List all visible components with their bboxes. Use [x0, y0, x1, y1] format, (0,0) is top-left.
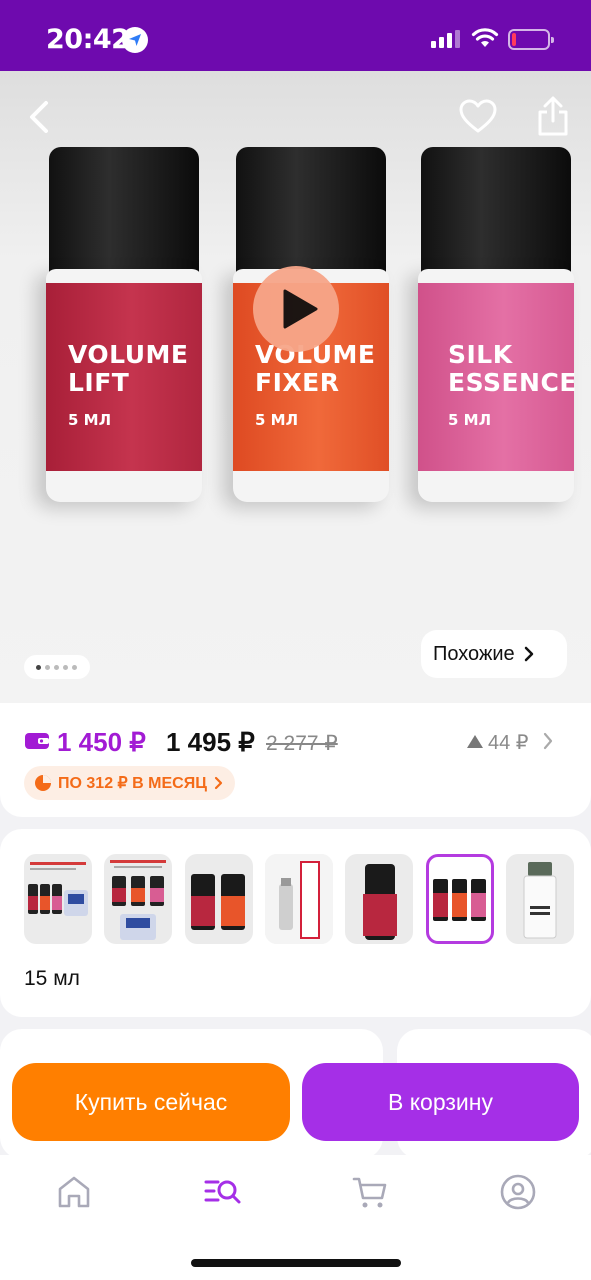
bottle-label: SILK ESSENCE 5 МЛ	[418, 283, 577, 471]
battery-icon	[508, 29, 554, 50]
gallery-pagination	[24, 655, 90, 679]
bottom-tab-bar	[0, 1155, 591, 1280]
selected-variant-name: 15 мл	[24, 967, 80, 990]
current-price: 1 495 ₽	[166, 727, 255, 757]
product-bottle-volume-lift: VOLUME LIFT 5 МЛ	[46, 147, 202, 502]
product-bottle-silk-essence: SILK ESSENCE 5 МЛ	[418, 147, 577, 502]
wallet-price: 1 450 ₽	[57, 727, 146, 757]
bottle-body: VOLUME LIFT 5 МЛ	[46, 269, 202, 502]
similar-products-label: Похожие	[433, 642, 515, 665]
gallery-dot	[54, 665, 59, 670]
bottle-label-volume: 5 МЛ	[255, 411, 299, 429]
share-icon[interactable]	[535, 95, 571, 137]
play-icon	[283, 289, 318, 329]
variant-thumb-three-bottles[interactable]	[426, 854, 494, 944]
triangle-up-icon	[467, 735, 483, 748]
price-change-value[interactable]: 44 ₽	[488, 730, 529, 755]
variant-thumb-promo-set[interactable]	[24, 854, 92, 944]
variant-selector: 15 мл	[0, 829, 591, 1017]
cart-icon[interactable]	[350, 1172, 390, 1212]
variant-thumb-promo-set-2[interactable]	[104, 854, 172, 944]
bottle-cap	[49, 147, 199, 275]
gallery-dot	[63, 665, 68, 670]
bottle-label-title: VOLUME LIFT	[68, 340, 189, 397]
pie-chart-icon	[35, 775, 51, 791]
variant-thumb-volume-lift-fixer[interactable]	[185, 854, 253, 944]
wifi-icon	[471, 28, 499, 47]
location-arrow-icon	[122, 27, 148, 53]
chevron-right-icon	[214, 776, 223, 790]
bottle-body: SILK ESSENCE 5 МЛ	[418, 269, 577, 502]
wallet-icon	[25, 733, 49, 749]
gallery-dot	[45, 665, 50, 670]
cellular-signal-icon	[431, 30, 460, 48]
variant-thumb-eyelash-cleanser[interactable]	[506, 854, 574, 944]
old-price: 2 277 ₽	[266, 732, 338, 755]
home-indicator	[191, 1259, 401, 1267]
bottle-cap	[236, 147, 386, 275]
gallery-dot	[72, 665, 77, 670]
battery-level	[512, 33, 516, 46]
status-time: 20:42	[46, 24, 130, 55]
variant-thumb-volume-lift[interactable]	[345, 854, 413, 944]
similar-products-button[interactable]: Похожие	[421, 630, 567, 678]
buy-now-button[interactable]: Купить сейчас	[12, 1063, 290, 1141]
installment-label: ПО 312 ₽ В МЕСЯЦ	[58, 775, 207, 792]
bottle-label-title: VOLUME FIXER	[255, 340, 376, 397]
installment-badge[interactable]: ПО 312 ₽ В МЕСЯЦ	[24, 766, 235, 800]
chevron-right-icon	[524, 646, 533, 662]
home-icon[interactable]	[54, 1172, 94, 1212]
back-icon[interactable]	[22, 97, 58, 137]
price-section: 1 450 ₽ 1 495 ₽ 2 277 ₽ 44 ₽ ПО 312 ₽ В …	[0, 703, 591, 817]
profile-icon[interactable]	[498, 1172, 538, 1212]
play-video-button[interactable]	[253, 266, 339, 352]
bottle-label-volume: 5 МЛ	[68, 411, 112, 429]
catalog-search-icon[interactable]	[202, 1172, 242, 1212]
bottle-cap	[421, 147, 571, 275]
variant-thumb-sexy-glue[interactable]	[265, 854, 333, 944]
chevron-right-icon[interactable]	[541, 731, 555, 751]
bottle-label-title: SILK ESSENCE	[448, 340, 577, 397]
heart-icon[interactable]	[458, 97, 498, 137]
product-gallery[interactable]: VOLUME LIFT 5 МЛ VOLUME FIXER 5 МЛ SILK …	[0, 71, 591, 703]
bottle-label-volume: 5 МЛ	[448, 411, 492, 429]
status-bar: 20:42	[0, 0, 591, 71]
gallery-dot	[36, 665, 41, 670]
add-to-cart-button[interactable]: В корзину	[302, 1063, 579, 1141]
bottle-label: VOLUME LIFT 5 МЛ	[46, 283, 202, 471]
